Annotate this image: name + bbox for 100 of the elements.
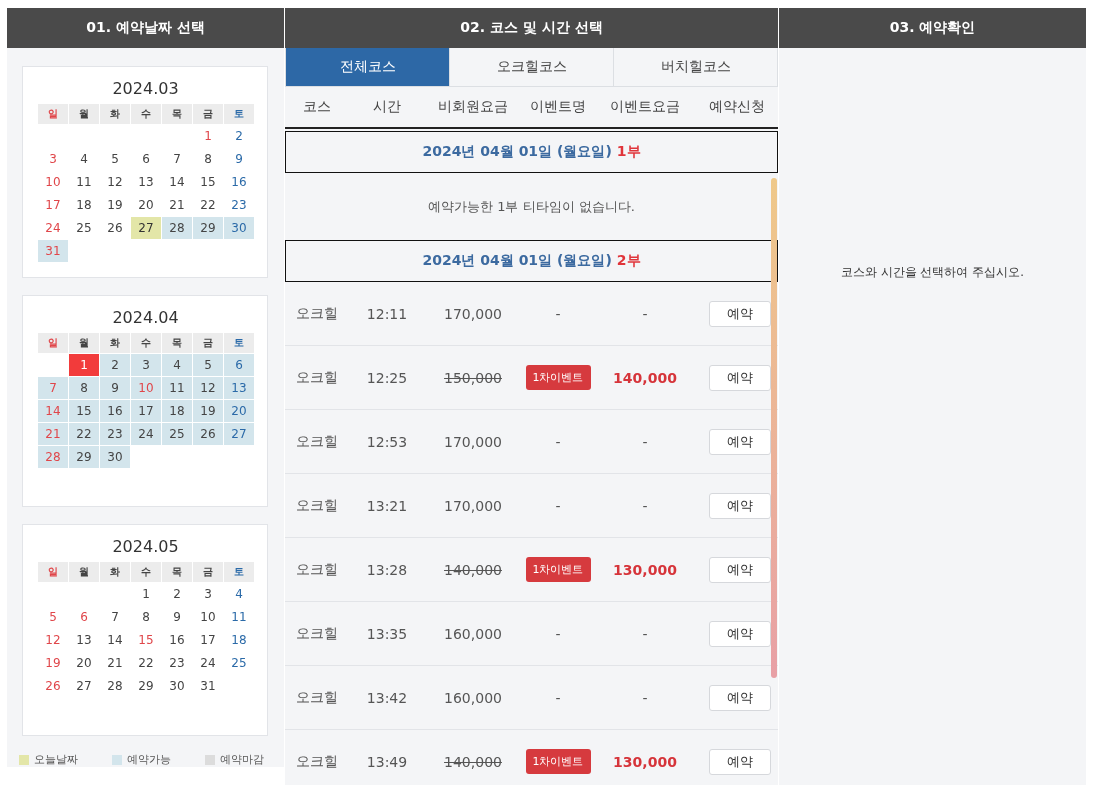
course-tab[interactable]: 오크힐코스 [450,48,613,86]
weekday-label: 토 [224,104,254,124]
reserve-button[interactable]: 예약 [709,364,771,391]
calendar-day[interactable]: 29 [69,446,99,468]
calendar-day[interactable]: 17 [131,400,161,422]
session-header: 2024년 04월 01일 (월요일) 2부 [285,240,778,282]
calendar-day[interactable]: 11 [162,377,192,399]
calendar-day: 5 [100,148,130,170]
calendar-day[interactable]: 30 [100,446,130,468]
reserve-button[interactable]: 예약 [709,620,771,647]
calendar-day[interactable]: 12 [193,377,223,399]
event-price-cell: 140,000 [613,369,677,386]
calendar-day: 8 [131,606,161,628]
empty-message: 예약가능한 1부 티타임이 없습니다. [428,197,635,216]
calendar-day: 2 [162,583,192,605]
calendar-day: 11 [69,171,99,193]
calendar-day[interactable]: 13 [224,377,254,399]
column-header: 코스 [303,98,331,116]
scrollbar[interactable] [771,178,777,678]
event-price-cell: - [642,625,648,642]
course-cell: 오크힐 [296,304,338,323]
column-header: 이벤트요금 [610,98,680,116]
reserve-button[interactable]: 예약 [709,428,771,455]
weekday-label: 금 [193,333,223,353]
calendar-day: 6 [69,606,99,628]
event-price-cell: 130,000 [613,561,677,578]
calendar-day[interactable]: 18 [162,400,192,422]
time-cell: 13:42 [366,689,408,706]
calendar-day: 9 [162,606,192,628]
calendar-day[interactable]: 5 [193,354,223,376]
calendar-day[interactable]: 20 [224,400,254,422]
reserve-button[interactable]: 예약 [709,300,771,327]
calendar-day[interactable]: 30 [224,217,254,239]
calendar-day[interactable]: 28 [162,217,192,239]
calendar-day: 13 [131,171,161,193]
event-price-cell: 130,000 [613,753,677,770]
calendar-day: 16 [162,629,192,651]
calendar-day: 22 [131,652,161,674]
calendar-day: 12 [100,171,130,193]
calendar-day: 13 [69,629,99,651]
course-tab[interactable]: 버치힐코스 [614,48,777,86]
calendar-day[interactable]: 19 [193,400,223,422]
calendar-day[interactable]: 27 [224,423,254,445]
weekday-label: 화 [100,333,130,353]
weekday-label: 금 [193,562,223,582]
calendar-day[interactable]: 27 [131,217,161,239]
calendar-day: 29 [131,675,161,697]
weekday-label: 토 [224,562,254,582]
calendar-day[interactable]: 4 [162,354,192,376]
reserve-button[interactable]: 예약 [709,556,771,583]
price-cell: 170,000 [444,433,502,450]
time-cell: 12:11 [366,305,408,322]
calendar-day: 28 [100,675,130,697]
calendar-day[interactable]: 29 [193,217,223,239]
calendar-day: 27 [69,675,99,697]
calendar-day: 10 [38,171,68,193]
calendar-day[interactable]: 9 [100,377,130,399]
calendar-day: 6 [131,148,161,170]
time-cell: 12:53 [366,433,408,450]
price-cell: 170,000 [444,497,502,514]
calendar-day: 24 [193,652,223,674]
calendar-day[interactable]: 24 [131,423,161,445]
column-header: 예약신청 [708,98,765,116]
reserve-button[interactable]: 예약 [709,492,771,519]
calendar-day[interactable]: 15 [69,400,99,422]
event-cell: - [555,689,561,706]
calendar-day[interactable]: 23 [100,423,130,445]
calendar-day[interactable]: 2 [100,354,130,376]
legend-label: 예약마감 [220,752,264,767]
calendar-day: 3 [38,148,68,170]
course-tab[interactable]: 전체코스 [286,48,449,86]
calendar-day: 30 [162,675,192,697]
event-cell: - [555,497,561,514]
event-cell: - [555,433,561,450]
calendar-day: 2 [224,125,254,147]
calendar-day: 4 [69,148,99,170]
calendar-day[interactable]: 1 [69,354,99,376]
event-badge: 1차이벤트 [525,557,591,582]
price-cell: 140,000 [444,561,502,578]
calendar-day: 17 [193,629,223,651]
event-badge: 1차이벤트 [525,365,591,390]
instruction-text: 코스와 시간을 선택하여 주십시오. [841,265,1024,279]
course-cell: 오크힐 [296,496,338,515]
calendar-day[interactable]: 22 [69,423,99,445]
calendar-day: 4 [224,583,254,605]
calendar-day[interactable]: 25 [162,423,192,445]
weekday-label: 금 [193,104,223,124]
column-header: 비회원요금 [438,98,508,116]
weekday-label: 수 [131,562,161,582]
calendar-day[interactable]: 3 [131,354,161,376]
event-price-cell: - [642,305,648,322]
reserve-button[interactable]: 예약 [709,684,771,711]
calendar-day[interactable]: 16 [100,400,130,422]
reserve-button[interactable]: 예약 [709,748,771,775]
price-cell: 170,000 [444,305,502,322]
calendar-day[interactable]: 6 [224,354,254,376]
weekday-label: 월 [69,333,99,353]
calendar-day: 1 [131,583,161,605]
calendar-day[interactable]: 8 [69,377,99,399]
calendar-day[interactable]: 26 [193,423,223,445]
